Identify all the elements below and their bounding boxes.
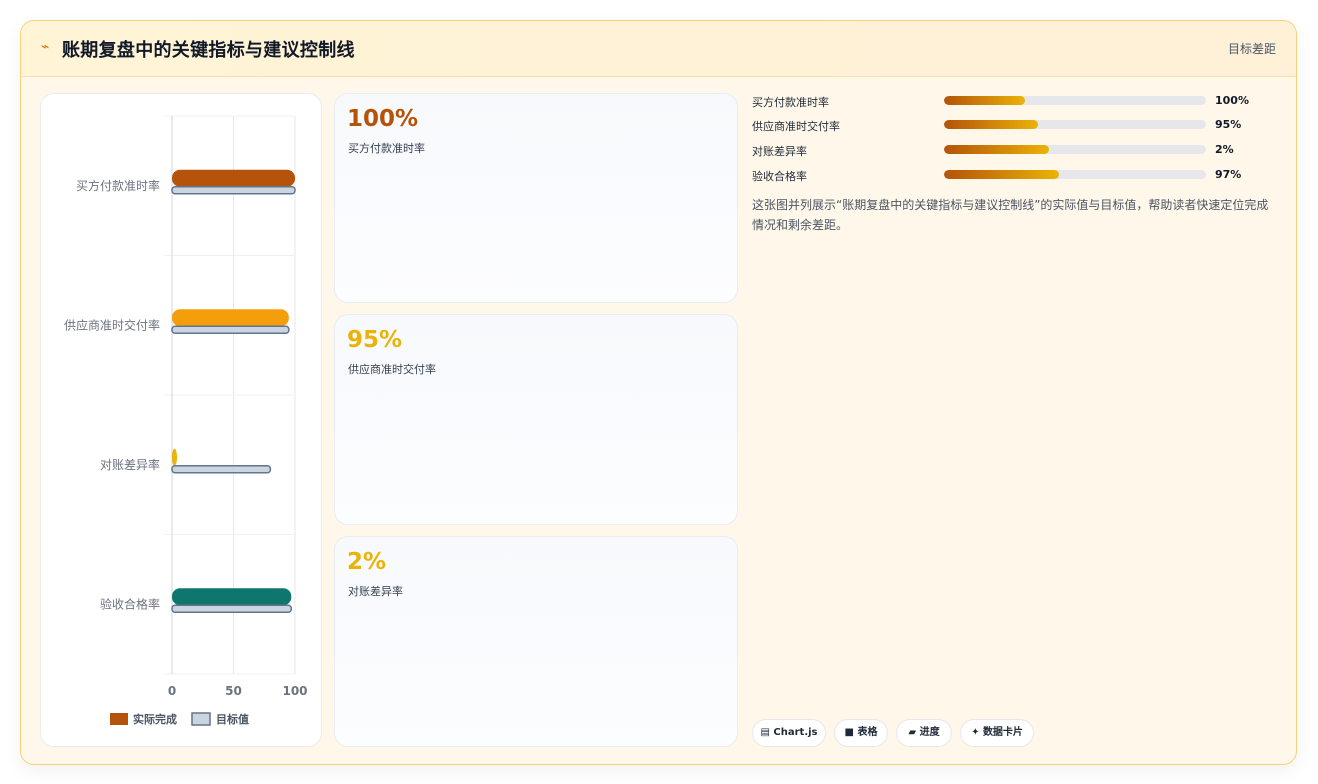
tag-label: 进度 [919, 727, 940, 738]
legend-label-target: 目标值 [216, 712, 249, 726]
tag-data-card[interactable]: ✦ 数据卡片 [960, 719, 1034, 747]
actual-bar [172, 169, 295, 187]
progress-label: 验收合格率 [752, 170, 807, 183]
actual-bar [172, 448, 177, 466]
stat-value: 95% [347, 327, 403, 353]
progress-value: 100% [1215, 94, 1249, 107]
y-tick-label: 买方付款准时率 [76, 178, 160, 193]
progress-row: 买方付款准时率 100% [752, 92, 1272, 110]
progress-icon: ▰ [908, 727, 917, 738]
chart-description: 这张图并列展示“账期复盘中的关键指标与建议控制线”的实际值与目标值，帮助读者快速… [752, 198, 1269, 232]
progress-value: 97% [1215, 168, 1242, 181]
tag-table[interactable]: ■ 表格 [834, 719, 888, 747]
progress-track [944, 170, 1206, 179]
actual-bar [172, 588, 292, 606]
x-tick-label: 100 [282, 684, 307, 698]
progress-track [944, 96, 1206, 105]
progress-track [944, 145, 1206, 154]
tag-label: Chart.js [773, 727, 818, 738]
stat-card-reconciliation: 2% 对账差异率 [334, 536, 738, 747]
y-tick-label: 供应商准时交付率 [64, 317, 160, 332]
progress-fill [944, 120, 1039, 129]
grid-icon: ■ [844, 727, 854, 738]
tag-progress[interactable]: ▰ 进度 [896, 719, 952, 747]
bar-chart-card: 买方付款准时率供应商准时交付率对账差异率验收合格率 0 50 100 实际完成 目标值 [40, 93, 322, 747]
progress-track [944, 120, 1206, 129]
legend-swatch-actual [110, 713, 128, 725]
stat-label: 供应商准时交付率 [348, 363, 436, 376]
progress-fill [944, 145, 1049, 154]
stat-card-buyer-payment: 100% 买方付款准时率 [334, 93, 738, 303]
x-tick-label: 50 [225, 684, 242, 698]
tag-chartjs[interactable]: ▤ Chart.js [752, 719, 826, 747]
progress-value: 2% [1215, 143, 1234, 156]
stat-value: 2% [347, 549, 387, 575]
stat-label: 对账差异率 [348, 585, 403, 598]
tag-label: 数据卡片 [982, 727, 1023, 738]
dashboard-panel: ⌁ 账期复盘中的关键指标与建议控制线 目标差距 买方付款准时率 供应商准时交付率对… [20, 20, 1297, 765]
progress-label: 供应商准时交付率 [752, 120, 840, 133]
page-title: 账期复盘中的关键指标与建议控制线 [62, 40, 355, 61]
target-bar [171, 465, 272, 474]
target-bar [171, 325, 290, 334]
card-icon: ✦ [971, 727, 980, 738]
stat-card-supplier-delivery: 95% 供应商准时交付率 [334, 314, 738, 525]
progress-fill [944, 170, 1060, 179]
stat-label: 买方付款准时率 [348, 142, 425, 155]
progress-value: 95% [1215, 118, 1242, 131]
table-icon: ▤ [760, 727, 770, 738]
bar-chart: 买方付款准时率供应商准时交付率对账差异率验收合格率 0 50 100 实际完成 目标值 [64, 115, 308, 726]
panel-header: ⌁ 账期复盘中的关键指标与建议控制线 目标差距 [21, 21, 1296, 77]
actual-bar [172, 309, 289, 327]
progress-label: 对账差异率 [752, 145, 807, 158]
tag-label: 表格 [857, 727, 878, 738]
progress-row: 验收合格率 97% [752, 166, 1272, 184]
stat-value: 100% [347, 106, 419, 132]
progress-label: 买方付款准时率 [752, 96, 829, 109]
target-bar [171, 186, 296, 195]
target-bar [171, 604, 293, 613]
progress-fill [944, 96, 1026, 105]
legend-swatch-target [191, 712, 211, 726]
progress-row: 供应商准时交付率 95% [752, 116, 1272, 134]
y-tick-label: 对账差异率 [100, 457, 160, 472]
y-tick-label: 验收合格率 [100, 596, 160, 611]
legend-label-actual: 实际完成 [133, 712, 177, 726]
progress-row: 对账差异率 2% [752, 141, 1272, 159]
x-tick-label: 0 [168, 684, 176, 698]
target-gap-link[interactable]: 目标差距 [1228, 40, 1276, 57]
chart-trend-icon: ⌁ [41, 39, 50, 55]
